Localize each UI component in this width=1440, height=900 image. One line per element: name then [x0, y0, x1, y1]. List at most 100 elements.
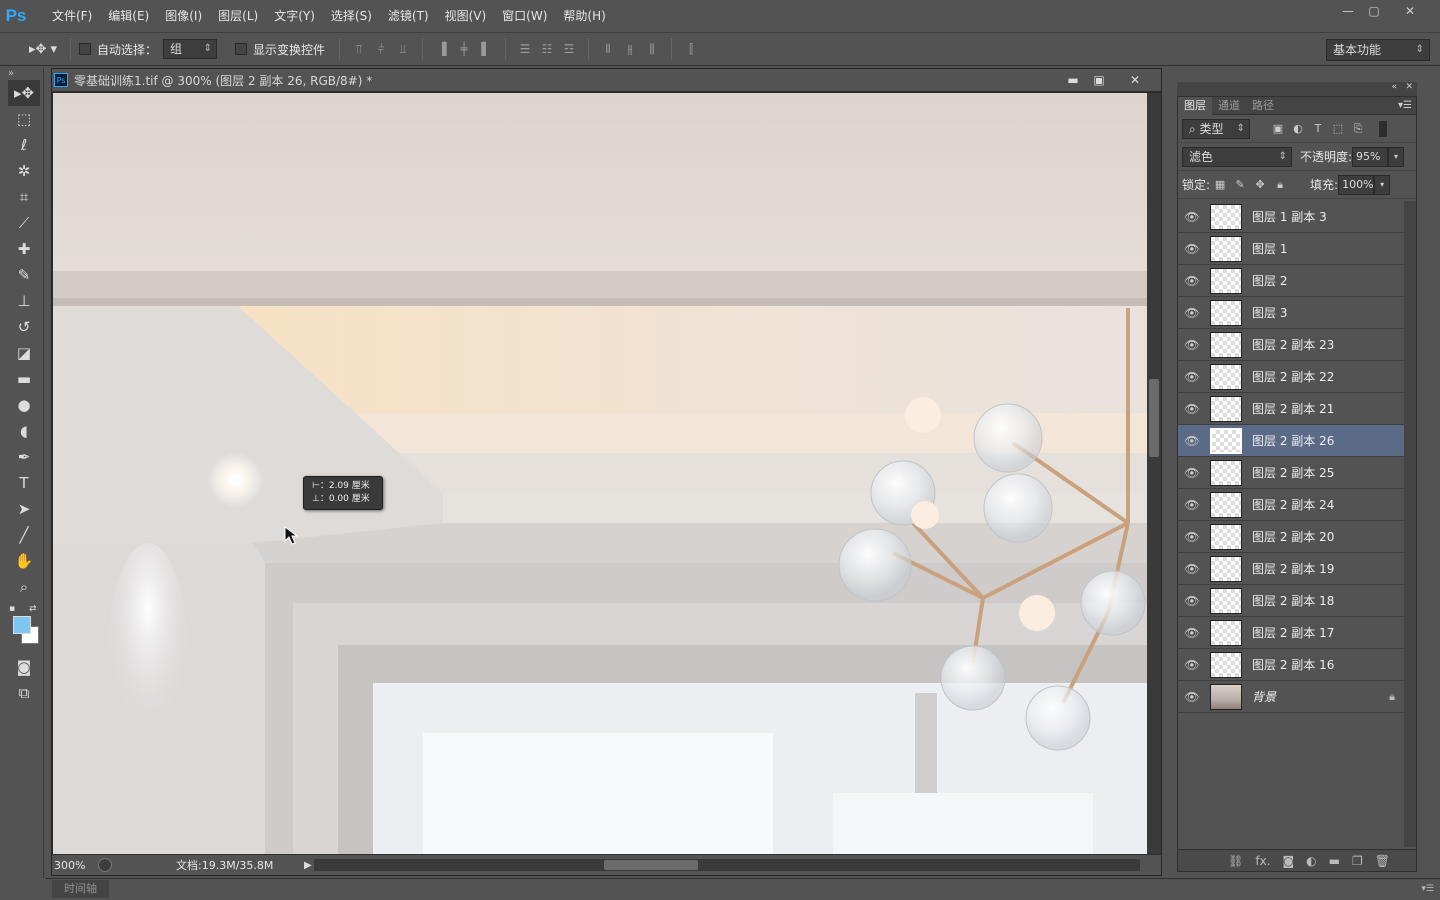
align-bottom-icon[interactable]: ⫫ — [392, 38, 414, 60]
status-menu-icon[interactable] — [98, 858, 112, 872]
visibility-eye-icon[interactable]: 👁︎ — [1178, 658, 1206, 672]
new-group-icon[interactable]: ▬ — [1329, 854, 1340, 868]
close-panels-icon[interactable]: ✕ — [1405, 82, 1413, 92]
path-selection-tool-icon[interactable]: ➤ — [8, 496, 40, 522]
maximize-button[interactable]: ▢ — [1360, 2, 1388, 20]
line-tool-icon[interactable]: ╱ — [8, 522, 40, 548]
filter-kind-dropdown[interactable]: ⌕ 类型 — [1182, 118, 1250, 139]
distribute-bottom-icon[interactable]: ☲ — [558, 38, 580, 60]
status-arrow-icon[interactable]: ▶ — [304, 860, 312, 871]
layer-thumbnail[interactable] — [1210, 459, 1242, 486]
magic-wand-tool-icon[interactable]: ✲ — [8, 158, 40, 184]
auto-align-icon[interactable]: ⫿ — [680, 38, 702, 60]
align-hcenter-icon[interactable]: ╪ — [453, 38, 475, 60]
crop-tool-icon[interactable]: ⌗ — [8, 184, 40, 210]
adjustment-layer-icon[interactable]: ◐ — [1306, 854, 1316, 868]
layer-name[interactable]: 图层 2 副本 25 — [1252, 464, 1404, 481]
layer-name[interactable]: 图层 2 副本 21 — [1252, 400, 1404, 417]
menu-item-1[interactable]: 编辑(E) — [100, 0, 157, 32]
align-vcenter-icon[interactable]: ⫩ — [370, 38, 392, 60]
layer-name[interactable]: 图层 2 副本 22 — [1252, 368, 1404, 385]
layer-style-icon[interactable]: fx. — [1255, 854, 1270, 868]
visibility-eye-icon[interactable]: 👁︎ — [1178, 690, 1206, 704]
filter-type-icon[interactable]: T — [1308, 119, 1328, 139]
align-top-icon[interactable]: ⫪ — [348, 38, 370, 60]
blur-tool-icon[interactable]: ● — [8, 392, 40, 418]
menu-item-9[interactable]: 帮助(H) — [555, 0, 613, 32]
visibility-eye-icon[interactable]: 👁︎ — [1178, 370, 1206, 384]
visibility-eye-icon[interactable]: 👁︎ — [1178, 306, 1206, 320]
layer-thumbnail[interactable] — [1210, 651, 1242, 678]
menu-item-7[interactable]: 视图(V) — [437, 0, 495, 32]
close-button[interactable]: ✕ — [1396, 2, 1424, 20]
menu-item-4[interactable]: 文字(Y) — [266, 0, 323, 32]
lock-position-icon[interactable]: ✥ — [1250, 175, 1270, 195]
blend-mode-dropdown[interactable]: 滤色 — [1182, 146, 1292, 167]
distribute-right-icon[interactable]: ⫼ — [641, 38, 663, 60]
layer-name[interactable]: 图层 2 副本 16 — [1252, 656, 1404, 673]
zoom-level[interactable]: 300% — [52, 857, 98, 874]
layer-thumbnail[interactable] — [1210, 235, 1242, 262]
horizontal-scroll-thumb[interactable] — [604, 860, 698, 870]
layer-thumbnail[interactable] — [1210, 491, 1242, 518]
lock-all-icon[interactable]: 🔒︎ — [1270, 175, 1290, 195]
timeline-menu-icon[interactable]: ▾☰ — [1421, 884, 1434, 894]
visibility-eye-icon[interactable]: 👁︎ — [1178, 498, 1206, 512]
layer-row[interactable]: 👁︎ 图层 2 副本 16 — [1178, 649, 1404, 681]
visibility-eye-icon[interactable]: 👁︎ — [1178, 434, 1206, 448]
filter-toggle[interactable] — [1378, 119, 1388, 138]
show-transform-checkbox[interactable] — [235, 43, 248, 55]
visibility-eye-icon[interactable]: 👁︎ — [1178, 242, 1206, 256]
layer-name[interactable]: 图层 2 — [1252, 272, 1404, 289]
filter-smartobject-icon[interactable]: ⎘ — [1348, 119, 1368, 139]
layer-name[interactable]: 图层 3 — [1252, 304, 1404, 321]
type-tool-icon[interactable]: T — [8, 470, 40, 496]
lasso-tool-icon[interactable]: ℓ — [8, 132, 40, 158]
lock-transparent-icon[interactable]: ▦ — [1210, 175, 1230, 195]
visibility-eye-icon[interactable]: 👁︎ — [1178, 530, 1206, 544]
menu-item-6[interactable]: 滤镜(T) — [380, 0, 437, 32]
lock-pixels-icon[interactable]: ✎ — [1230, 175, 1250, 195]
layer-name[interactable]: 背景 — [1252, 688, 1380, 705]
menu-item-8[interactable]: 窗口(W) — [494, 0, 555, 32]
layer-name[interactable]: 图层 1 副本 3 — [1252, 208, 1404, 225]
layer-row[interactable]: 👁︎ 图层 2 副本 25 — [1178, 457, 1404, 489]
layer-thumbnail[interactable] — [1210, 683, 1242, 710]
visibility-eye-icon[interactable]: 👁︎ — [1178, 626, 1206, 640]
visibility-eye-icon[interactable]: 👁︎ — [1178, 338, 1206, 352]
layer-row[interactable]: 👁︎ 图层 2 副本 24 — [1178, 489, 1404, 521]
layer-name[interactable]: 图层 2 副本 19 — [1252, 560, 1404, 577]
align-right-icon[interactable]: ▌ — [475, 38, 497, 60]
filter-pixel-icon[interactable]: ▣ — [1268, 119, 1288, 139]
visibility-eye-icon[interactable]: 👁︎ — [1178, 402, 1206, 416]
tab-timeline[interactable]: 时间轴 — [52, 879, 109, 898]
layer-row[interactable]: 👁︎ 图层 2 副本 26 — [1178, 425, 1404, 457]
layer-row[interactable]: 👁︎ 图层 2 副本 20 — [1178, 521, 1404, 553]
menu-item-2[interactable]: 图像(I) — [157, 0, 210, 32]
layer-thumbnail[interactable] — [1210, 299, 1242, 326]
layer-row[interactable]: 👁︎ 图层 2 副本 21 — [1178, 393, 1404, 425]
doc-close-button[interactable]: ✕ — [1124, 71, 1146, 89]
move-tool-preset[interactable]: ▸✥ ▾ — [24, 37, 62, 61]
auto-select-checkbox[interactable] — [79, 43, 91, 55]
panel-menu-icon[interactable]: ▾☰ — [1398, 97, 1412, 114]
fill-slider-button[interactable]: ▾ — [1374, 174, 1391, 195]
tab-layers[interactable]: 图层 — [1178, 97, 1212, 115]
clone-stamp-tool-icon[interactable]: ⊥ — [8, 288, 40, 314]
swap-colors-icon[interactable]: ⇄ — [29, 604, 37, 614]
move-tool-icon[interactable]: ▸✥ — [8, 80, 40, 106]
layer-row[interactable]: 👁︎ 图层 3 — [1178, 297, 1404, 329]
distribute-left-icon[interactable]: ⫴ — [597, 38, 619, 60]
layer-thumbnail[interactable] — [1210, 523, 1242, 550]
layer-row[interactable]: 👁︎ 图层 1 — [1178, 233, 1404, 265]
marquee-tool-icon[interactable]: ⬚ — [8, 106, 40, 132]
layer-thumbnail[interactable] — [1210, 427, 1242, 454]
hand-tool-icon[interactable]: ✋ — [8, 548, 40, 574]
layers-scrollbar[interactable] — [1404, 201, 1416, 847]
menu-item-3[interactable]: 图层(L) — [210, 0, 266, 32]
document-tab[interactable]: Ps 零基础训练1.tif @ 300% (图层 2 副本 26, RGB/8#… — [52, 69, 1161, 92]
doc-minimize-button[interactable]: ▬ — [1062, 71, 1084, 89]
visibility-eye-icon[interactable]: 👁︎ — [1178, 274, 1206, 288]
link-layers-icon[interactable]: ⛓ — [1228, 854, 1243, 868]
distribute-top-icon[interactable]: ☰ — [514, 38, 536, 60]
